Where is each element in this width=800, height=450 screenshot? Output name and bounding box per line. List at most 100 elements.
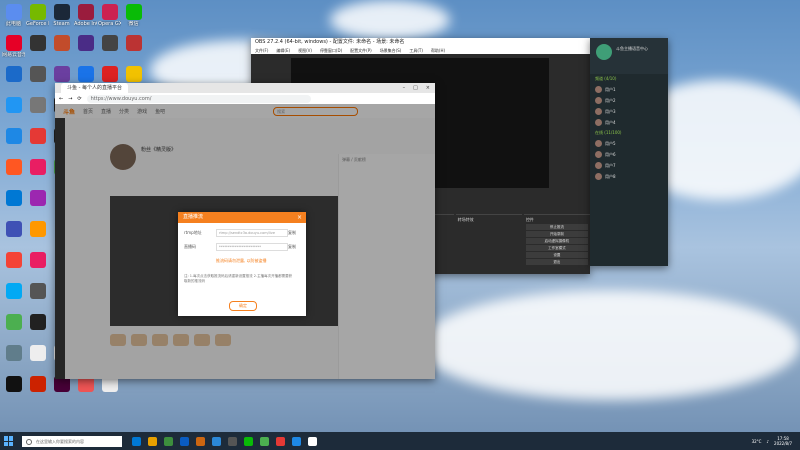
forward-icon[interactable]: → xyxy=(68,96,72,102)
desktop-icon[interactable] xyxy=(50,66,73,83)
desktop-icon[interactable]: Adobe InCopy xyxy=(74,4,97,27)
desktop-icon[interactable] xyxy=(2,314,25,331)
im-user-row[interactable]: 用户6 xyxy=(590,149,668,160)
desktop-icon[interactable] xyxy=(2,252,25,269)
desktop-icon[interactable] xyxy=(26,376,49,393)
taskbar-app-icon[interactable] xyxy=(180,436,189,446)
obs-menu-item[interactable]: 场景集合(S) xyxy=(380,47,402,54)
server-field[interactable]: rtmp://sendtc3a.douyu.com/live xyxy=(216,229,288,237)
desktop-icon[interactable] xyxy=(26,190,49,207)
copy-key-button[interactable]: 复制 xyxy=(288,244,296,250)
copy-server-button[interactable]: 复制 xyxy=(288,230,296,236)
app-icon xyxy=(29,66,46,82)
taskbar-app-icon[interactable] xyxy=(260,436,269,446)
tab-active[interactable]: 斗鱼 - 每个人的直播平台 xyxy=(61,83,128,93)
app-icon xyxy=(29,190,46,206)
im-user-row[interactable]: 用户7 xyxy=(590,160,668,171)
app-icon xyxy=(29,314,46,330)
desktop-icon[interactable] xyxy=(26,252,49,269)
obs-menu-item[interactable]: 工具(T) xyxy=(409,47,423,54)
desktop-icon[interactable] xyxy=(26,345,49,362)
refresh-icon[interactable]: ⟳ xyxy=(77,96,81,102)
obs-control-button[interactable]: 设置 xyxy=(525,252,589,258)
obs-control-button[interactable]: 工作室模式 xyxy=(525,245,589,251)
close-icon[interactable]: × xyxy=(426,83,430,93)
browser-window[interactable]: 斗鱼 - 每个人的直播平台 – □ × ← → ⟳ https://www.douy… xyxy=(55,83,435,379)
im-user-row[interactable]: 用户8 xyxy=(590,171,668,182)
desktop-icon[interactable] xyxy=(26,97,49,114)
desktop-icon[interactable] xyxy=(26,66,49,83)
taskbar-app-icon[interactable] xyxy=(276,436,285,446)
obs-control-button[interactable]: 退出 xyxy=(525,259,589,265)
taskbar-app-icon[interactable] xyxy=(212,436,221,446)
desktop-icon[interactable] xyxy=(74,35,97,52)
url-field[interactable]: https://www.douyu.com/ xyxy=(86,94,311,103)
clock[interactable]: 17:58 2022/8/7 xyxy=(774,436,792,446)
obs-control-button[interactable]: 启动虚拟摄像机 xyxy=(525,238,589,244)
desktop-icon[interactable] xyxy=(26,221,49,238)
im-user-row[interactable]: 用户5 xyxy=(590,138,668,149)
confirm-button[interactable]: 确定 xyxy=(229,301,257,311)
start-icon[interactable] xyxy=(4,436,14,446)
im-user-row[interactable]: 用户3 xyxy=(590,106,668,117)
obs-menu-item[interactable]: 编辑(E) xyxy=(276,47,290,54)
desktop-icon[interactable]: Opera GX xyxy=(98,4,121,27)
desktop-icon[interactable] xyxy=(26,35,49,52)
taskbar-app-icon[interactable] xyxy=(292,436,301,446)
key-field[interactable]: ************************ xyxy=(216,243,288,251)
obs-menu-item[interactable]: 帮助(H) xyxy=(431,47,445,54)
desktop-icon[interactable] xyxy=(74,66,97,83)
obs-menu-item[interactable]: 视图(V) xyxy=(298,47,312,54)
desktop-icon[interactable] xyxy=(50,35,73,52)
desktop-icon-label: Steam xyxy=(53,21,70,27)
desktop-icon[interactable] xyxy=(2,283,25,300)
modal-close-button[interactable]: × xyxy=(297,212,302,223)
desktop-icon[interactable] xyxy=(98,66,121,83)
taskbar-app-icon[interactable] xyxy=(132,436,141,446)
desktop-icon[interactable]: GeForce Experience xyxy=(26,4,49,27)
app-icon xyxy=(29,345,46,361)
back-icon[interactable]: ← xyxy=(59,96,63,102)
desktop-icon[interactable] xyxy=(122,35,145,52)
desktop-icon[interactable] xyxy=(122,66,145,83)
taskbar-app-icon[interactable] xyxy=(164,436,173,446)
maximize-icon[interactable]: □ xyxy=(413,83,418,93)
volume-icon[interactable]: ♪ xyxy=(766,439,769,444)
im-user-row[interactable]: 用户2 xyxy=(590,95,668,106)
desktop-icon[interactable] xyxy=(98,35,121,52)
obs-menu-item[interactable]: 停靠窗口(D) xyxy=(320,47,342,54)
desktop-icon[interactable] xyxy=(26,283,49,300)
taskbar-app-icon[interactable] xyxy=(244,436,253,446)
desktop-icon[interactable]: Steam xyxy=(50,4,73,27)
desktop-icon[interactable] xyxy=(2,221,25,238)
desktop-icon[interactable] xyxy=(2,97,25,114)
taskbar-app-icon[interactable] xyxy=(308,436,317,446)
desktop-icon[interactable] xyxy=(26,314,49,331)
im-user-row[interactable]: 用户1 xyxy=(590,84,668,95)
desktop-icon[interactable] xyxy=(2,128,25,145)
desktop-icon[interactable] xyxy=(2,190,25,207)
desktop-icon[interactable]: 微信 xyxy=(122,4,145,27)
im-user-row[interactable]: 用户4 xyxy=(590,117,668,128)
desktop-icon-label: 网易云音乐 xyxy=(2,52,25,58)
desktop-icon[interactable] xyxy=(2,345,25,362)
obs-menu-item[interactable]: 配置文件(P) xyxy=(350,47,372,54)
obs-menu-item[interactable]: 文件(F) xyxy=(255,47,268,54)
desktop-icon[interactable] xyxy=(2,376,25,393)
minimize-icon[interactable]: – xyxy=(403,83,406,93)
weather-text[interactable]: 32°C xyxy=(752,439,762,444)
taskbar-app-icon[interactable] xyxy=(228,436,237,446)
desktop-icon[interactable] xyxy=(26,159,49,176)
taskbar-app-icon[interactable] xyxy=(196,436,205,446)
taskbar-search[interactable]: 在这里输入你要搜索的内容 xyxy=(22,435,122,447)
desktop-icon[interactable] xyxy=(26,128,49,145)
obs-control-button[interactable]: 开始录制 xyxy=(525,231,589,237)
desktop-icon[interactable] xyxy=(2,66,25,83)
voice-chat-window[interactable]: 斗鱼主播语音中心 频道 (4/10) 用户1 用户2 用户3 用户4 在线 (11/1… xyxy=(590,38,668,266)
obs-control-button[interactable]: 停止推流 xyxy=(525,224,589,230)
desktop-icon[interactable]: 此电脑 xyxy=(2,4,25,27)
desktop-icon[interactable] xyxy=(2,159,25,176)
desktop-icon[interactable]: 网易云音乐 xyxy=(2,35,25,58)
section-channels: 频道 (4/10) xyxy=(595,76,617,81)
taskbar-app-icon[interactable] xyxy=(148,436,157,446)
